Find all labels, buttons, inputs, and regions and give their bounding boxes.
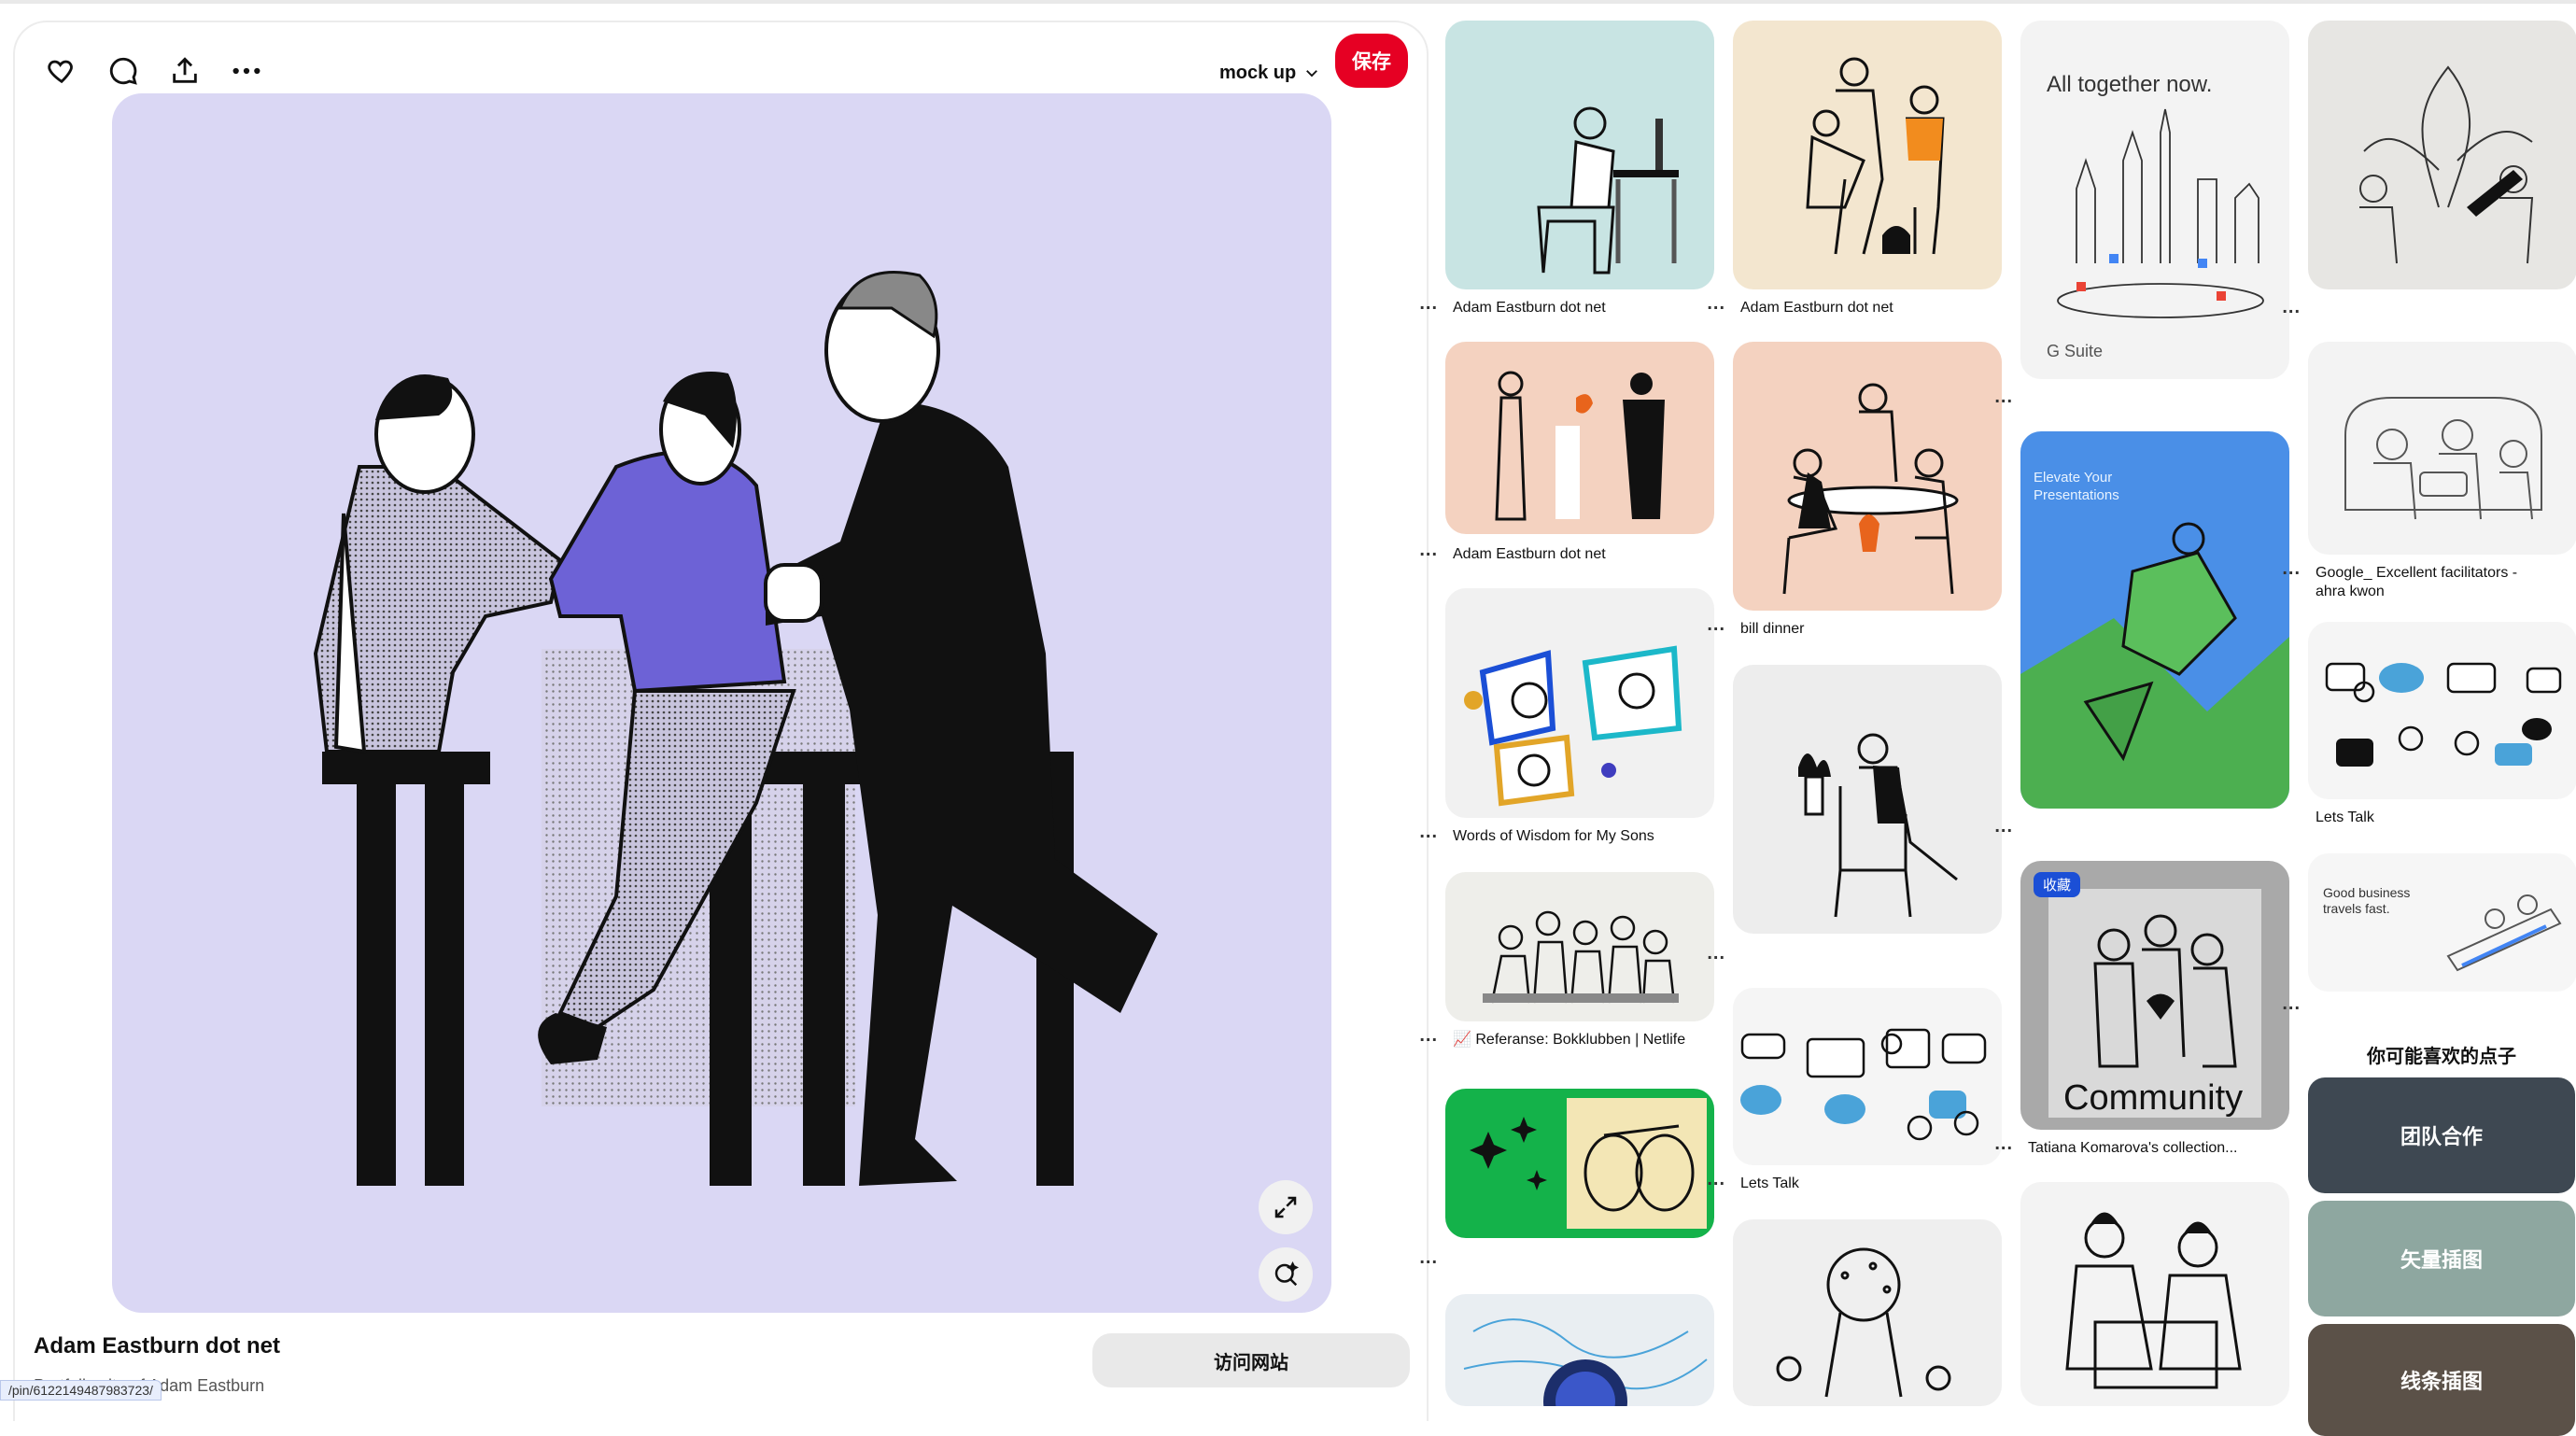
card-title: Adam Eastburn dot net bbox=[1453, 300, 1606, 316]
pin-thumbnail bbox=[1445, 588, 1714, 818]
browser-top-line bbox=[0, 0, 2576, 4]
chevron-down-icon bbox=[1306, 70, 1318, 77]
card-more-button[interactable]: ... bbox=[1419, 822, 1438, 843]
pin-detail-panel: mock up 保存 Adam Eastburn dot net Adam Ea… bbox=[13, 21, 1429, 1421]
pin-thumbnail bbox=[1445, 21, 1714, 289]
card-more-button[interactable]: ... bbox=[2282, 558, 2301, 580]
card-more-button[interactable]: ... bbox=[2282, 297, 2301, 318]
card-title: bill dinner bbox=[1740, 621, 1805, 637]
card-more-button[interactable]: ... bbox=[1707, 293, 1725, 315]
card-more-button[interactable]: ... bbox=[1419, 1025, 1438, 1047]
card-more-button[interactable]: ... bbox=[1707, 943, 1725, 964]
idea-tile[interactable]: 矢量插图 bbox=[2308, 1201, 2575, 1316]
more-dots-icon bbox=[232, 67, 260, 75]
status-bar-url: /pin/6122149487983723/ bbox=[0, 1380, 162, 1401]
pin-image bbox=[112, 93, 1331, 1313]
idea-label: 团队合作 bbox=[2400, 1125, 2483, 1148]
pin-thumbnail: All together now. G Suite bbox=[2020, 21, 2289, 379]
gsuite-footer: G Suite bbox=[2047, 342, 2103, 360]
idea-tile[interactable]: 线条插图 bbox=[2308, 1324, 2575, 1436]
community-text: Community bbox=[2063, 1078, 2244, 1118]
card-title: Words of Wisdom for My Sons bbox=[1453, 828, 1654, 844]
card-title: Adam Eastburn dot net bbox=[1740, 300, 1893, 316]
card-title: Tatiana Komarova's collection... bbox=[2028, 1140, 2238, 1156]
like-button[interactable] bbox=[34, 43, 90, 99]
card-more-button[interactable]: ... bbox=[1419, 540, 1438, 561]
more-options-button[interactable] bbox=[218, 43, 274, 99]
ideas-heading: 你可能喜欢的点子 bbox=[2367, 1047, 2516, 1067]
card-title: Lets Talk bbox=[1740, 1176, 1799, 1191]
card-more-button[interactable]: ... bbox=[1419, 1247, 1438, 1269]
card-title: Lets Talk bbox=[2316, 810, 2374, 825]
good-business-text: Good business travels fast. bbox=[2323, 885, 2411, 916]
pin-thumbnail bbox=[1445, 872, 1714, 1021]
comment-button[interactable] bbox=[95, 43, 151, 99]
idea-tile[interactable]: 团队合作 bbox=[2308, 1077, 2575, 1193]
pin-thumbnail bbox=[1733, 342, 2002, 611]
card-more-button[interactable]: ... bbox=[1994, 1133, 2013, 1155]
pin-title: Adam Eastburn dot net bbox=[34, 1333, 281, 1359]
elevate-text: Elevate Your Presentations bbox=[2034, 470, 2119, 503]
card-more-button[interactable]: ... bbox=[1419, 293, 1438, 315]
pin-thumbnail bbox=[2020, 1182, 2289, 1406]
pin-thumbnail bbox=[1733, 21, 2002, 289]
card-more-button[interactable]: ... bbox=[1994, 816, 2013, 838]
pin-thumbnail bbox=[1733, 988, 2002, 1165]
card-title: Adam Eastburn dot net bbox=[1453, 546, 1606, 562]
illustration-three-people-at-table bbox=[313, 271, 1158, 1186]
pin-thumbnail bbox=[1445, 1294, 1714, 1406]
share-icon bbox=[173, 57, 197, 83]
card-more-button[interactable]: ... bbox=[1994, 387, 2013, 408]
pin-thumbnail bbox=[2308, 342, 2576, 555]
card-more-button[interactable]: ... bbox=[1707, 1169, 1725, 1190]
visual-search-icon bbox=[1274, 1260, 1300, 1287]
pin-thumbnail: 收藏 Community bbox=[2020, 861, 2289, 1130]
heart-icon bbox=[48, 60, 73, 84]
visual-search-button[interactable] bbox=[1259, 1247, 1313, 1302]
pin-thumbnail bbox=[1445, 1089, 1714, 1238]
card-title: 📈 Referanse: Bokklubben | Netlife bbox=[1453, 1032, 1686, 1048]
pin-thumbnail bbox=[2308, 21, 2576, 289]
pin-thumbnail bbox=[1733, 1219, 2002, 1406]
gsuite-heading: All together now. bbox=[2047, 72, 2212, 97]
board-selector[interactable]: mock up bbox=[1219, 50, 1320, 95]
comment-icon bbox=[109, 57, 137, 85]
share-button[interactable] bbox=[157, 43, 213, 99]
expand-icon bbox=[1274, 1196, 1297, 1218]
collected-badge: 收藏 bbox=[2034, 872, 2081, 897]
card-more-button[interactable]: ... bbox=[1707, 614, 1725, 636]
board-name: mock up bbox=[1219, 62, 1297, 83]
pin-thumbnail bbox=[1733, 665, 2002, 934]
card-more-button[interactable]: ... bbox=[2282, 993, 2301, 1015]
pin-thumbnail bbox=[1445, 342, 1714, 534]
expand-button[interactable] bbox=[1259, 1180, 1313, 1234]
pin-thumbnail: Good business travels fast. bbox=[2308, 853, 2576, 992]
pin-thumbnail: Elevate Your Presentations bbox=[2020, 431, 2289, 809]
card-title: Google_ Excellent facilitators - ahra kw… bbox=[2316, 565, 2518, 599]
idea-label: 矢量插图 bbox=[2400, 1248, 2483, 1272]
idea-label: 线条插图 bbox=[2400, 1370, 2483, 1393]
pin-thumbnail bbox=[2308, 622, 2576, 799]
visit-website-button[interactable]: 访问网站 bbox=[1092, 1333, 1410, 1387]
save-button[interactable]: 保存 bbox=[1335, 34, 1408, 88]
